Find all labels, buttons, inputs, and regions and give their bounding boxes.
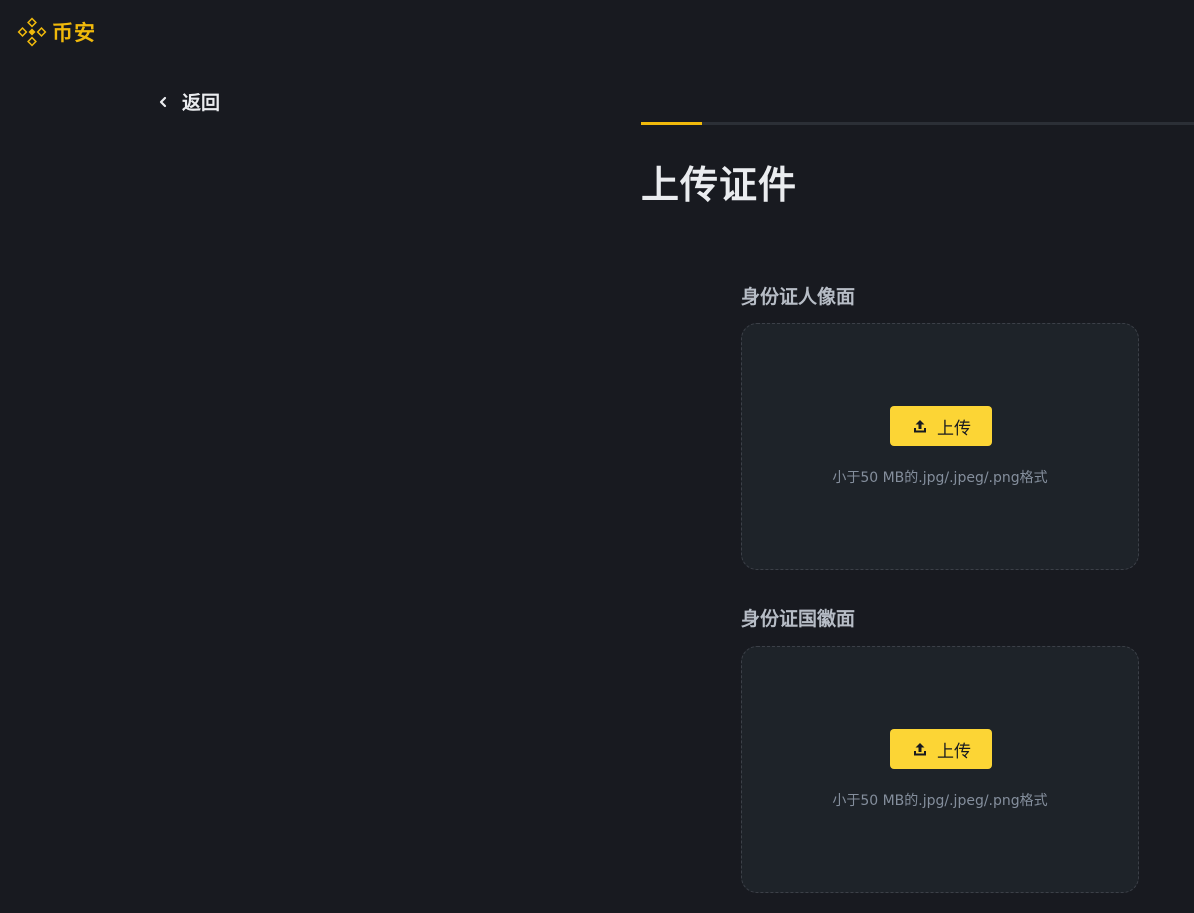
upload-button-front[interactable]: 上传	[890, 406, 992, 446]
brand-logo[interactable]: 币安	[16, 16, 96, 48]
page: 币安 返回 上传证件 身份证人像面 上传 小于50 MB的.jpg/.jpeg/…	[0, 0, 1194, 913]
page-title: 上传证件	[641, 163, 798, 207]
upload-hint: 小于50 MB的.jpg/.jpeg/.png格式	[832, 470, 1048, 486]
brand-name: 币安	[52, 21, 96, 45]
upload-dropzone-front[interactable]: 上传 小于50 MB的.jpg/.jpeg/.png格式	[741, 323, 1139, 570]
upload-button-label: 上传	[937, 418, 971, 439]
upload-dropzone-back[interactable]: 上传 小于50 MB的.jpg/.jpeg/.png格式	[741, 646, 1139, 893]
upload-button-label: 上传	[937, 741, 971, 762]
back-label: 返回	[182, 92, 221, 114]
step-progress-fill	[641, 122, 702, 125]
upload-label-back: 身份证国徽面	[741, 608, 856, 630]
upload-label-front: 身份证人像面	[741, 286, 856, 308]
chevron-left-icon	[159, 96, 167, 107]
binance-logo-icon	[17, 17, 47, 47]
upload-hint: 小于50 MB的.jpg/.jpeg/.png格式	[832, 793, 1048, 809]
step-progress-bar	[641, 122, 1194, 125]
back-button[interactable]: 返回	[156, 88, 220, 115]
upload-button-back[interactable]: 上传	[890, 729, 992, 769]
upload-icon	[914, 743, 926, 756]
upload-icon	[914, 420, 926, 433]
